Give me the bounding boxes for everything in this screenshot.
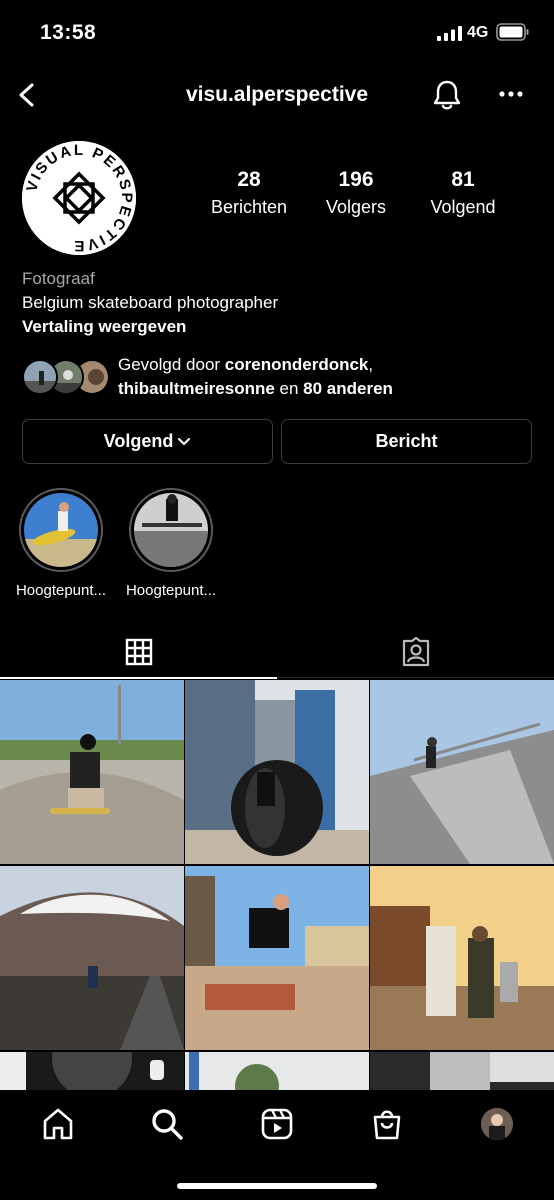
post-thumbnail[interactable] <box>370 1052 554 1090</box>
story-highlight[interactable]: Hoogtepunt... <box>11 488 111 599</box>
status-time: 13:58 <box>40 21 97 44</box>
nav-search[interactable] <box>147 1104 187 1144</box>
grid-icon <box>125 638 152 666</box>
tagged-person-icon <box>402 637 429 667</box>
visual-perspective-logo: VISUAL PERSPECTIVE <box>22 141 136 255</box>
search-icon <box>152 1109 183 1140</box>
battery-icon <box>496 23 529 41</box>
post-thumbnail[interactable] <box>0 866 184 1050</box>
profile-username: visu.alperspective <box>185 83 369 106</box>
followed-by[interactable]: Gevolgd door corenonderdonck, thibaultme… <box>22 353 542 403</box>
highlight-cover <box>134 493 208 567</box>
stat-following-label: Volgend <box>430 197 496 217</box>
profile-avatar-small <box>481 1108 513 1140</box>
post-thumbnail[interactable] <box>0 680 184 864</box>
nav-home[interactable] <box>38 1104 78 1144</box>
profile-avatar[interactable]: VISUAL PERSPECTIVE <box>22 141 136 255</box>
nav-profile[interactable] <box>477 1104 517 1144</box>
stat-posts-count: 28 <box>237 168 261 191</box>
network-type: 4G <box>467 24 489 41</box>
highlight-cover <box>24 493 98 567</box>
message-button-label: Bericht <box>375 431 438 451</box>
followed-by-text: Gevolgd door corenonderdonck, thibaultme… <box>118 355 393 398</box>
tab-tagged[interactable] <box>277 626 554 678</box>
profile-tabs <box>0 626 554 679</box>
reels-icon <box>261 1108 293 1140</box>
nav-shop[interactable] <box>367 1104 407 1144</box>
post-thumbnail[interactable] <box>370 680 554 864</box>
story-highlight[interactable]: Hoogtepunt... <box>121 488 221 599</box>
home-icon <box>43 1108 73 1140</box>
bell-icon[interactable] <box>430 78 464 112</box>
more-options-icon[interactable] <box>496 80 526 108</box>
translate-link[interactable]: Vertaling weergeven <box>22 315 532 339</box>
tab-posts-grid[interactable] <box>0 626 277 679</box>
signal-icon <box>437 26 462 41</box>
stat-followers[interactable]: 196 Volgers <box>301 168 411 218</box>
shop-bag-icon <box>373 1110 401 1140</box>
highlight-label: Hoogtepunt... <box>125 582 217 599</box>
stat-followers-label: Volgers <box>325 197 387 217</box>
post-thumbnail[interactable] <box>0 1052 184 1090</box>
stat-posts-label: Berichten <box>210 197 288 217</box>
stat-posts[interactable]: 28 Berichten <box>194 168 304 218</box>
status-bar: 13:58 4G <box>0 0 554 66</box>
stat-following-count: 81 <box>451 168 475 191</box>
profile-category: Fotograaf <box>22 269 95 288</box>
followers-others-count: 80 anderen <box>303 379 393 398</box>
following-button[interactable]: Volgend <box>22 419 273 464</box>
post-thumbnail[interactable] <box>185 866 369 1050</box>
chevron-down-icon <box>178 437 191 445</box>
highlight-ring <box>129 488 213 572</box>
profile-description: Belgium skateboard photographer <box>22 293 279 312</box>
follower-avatar <box>22 359 58 395</box>
following-button-label: Volgend <box>103 431 174 451</box>
highlight-ring <box>19 488 103 572</box>
profile-stats: 28 Berichten 196 Volgers 81 Volgend <box>190 168 520 228</box>
nav-reels[interactable] <box>257 1104 297 1144</box>
follower-username: corenonderdonck <box>224 355 369 374</box>
profile-header: visu.alperspective <box>0 70 554 120</box>
stat-followers-count: 196 <box>338 168 374 191</box>
follower-username: thibaultmeiresonne <box>118 379 275 398</box>
posts-grid <box>0 680 554 1090</box>
post-thumbnail[interactable] <box>185 1052 369 1090</box>
post-thumbnail[interactable] <box>185 680 369 864</box>
highlight-label: Hoogtepunt... <box>15 582 107 599</box>
post-thumbnail[interactable] <box>370 866 554 1050</box>
home-indicator <box>177 1183 377 1189</box>
message-button[interactable]: Bericht <box>281 419 532 464</box>
stat-following[interactable]: 81 Volgend <box>408 168 518 218</box>
profile-bio: Fotograaf Belgium skateboard photographe… <box>22 267 532 339</box>
